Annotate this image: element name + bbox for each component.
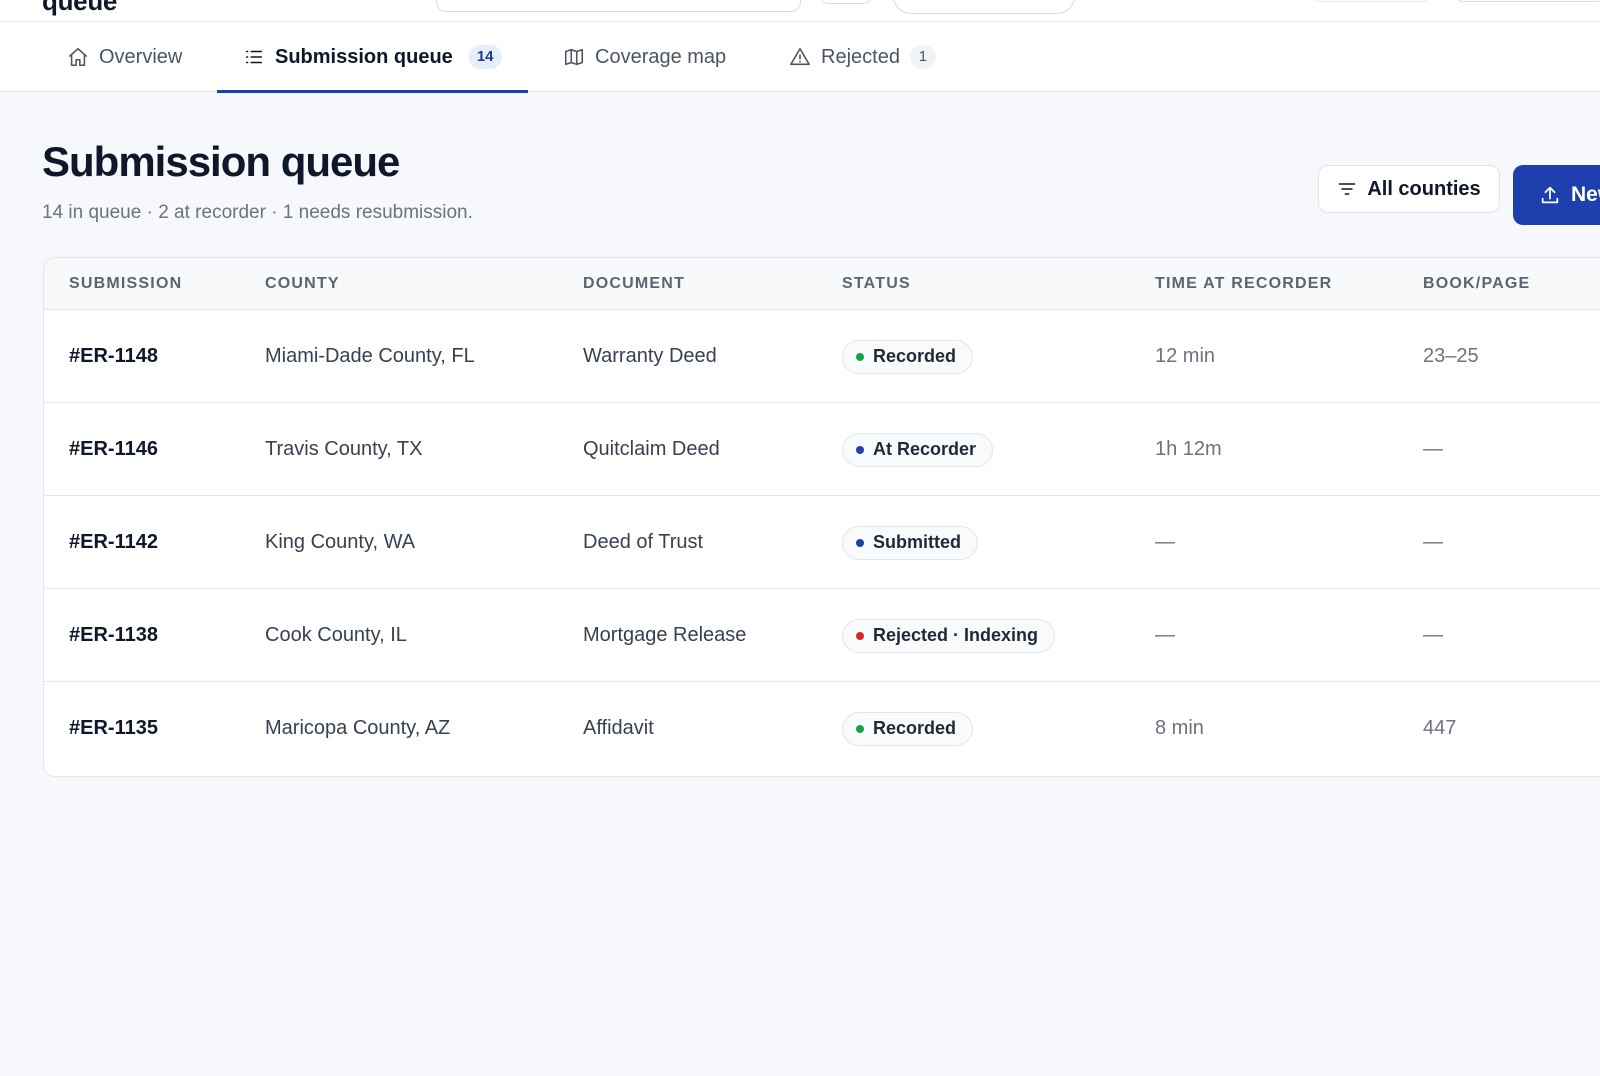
status-badge: Recorded <box>842 339 974 374</box>
map-icon <box>564 48 584 66</box>
time-at-recorder-cell: — <box>1155 624 1175 646</box>
county-filter-button[interactable]: All counties <box>1318 165 1500 213</box>
table-row[interactable]: #ER-1135 Maricopa County, AZ Affidavit R… <box>44 682 1600 775</box>
time-at-recorder-cell: 12 min <box>1155 345 1216 367</box>
home-icon <box>68 47 88 67</box>
status-dot <box>856 631 864 640</box>
county-cell: Travis County, TX <box>265 438 423 460</box>
tab-count-badge: 14 <box>468 45 502 69</box>
submission-id[interactable]: #ER-1146 <box>69 403 158 496</box>
time-at-recorder-cell: 1h 12m <box>1155 438 1222 460</box>
county-cell: Cook County, IL <box>265 624 407 646</box>
status-dot <box>856 352 864 361</box>
tab-label: Coverage map <box>595 45 727 68</box>
column-header-document[interactable]: DOCUMENT <box>583 258 685 310</box>
table-row[interactable]: #ER-1148 Miami-Dade County, FL Warranty … <box>44 310 1600 403</box>
status-badge: Rejected · Indexing <box>842 618 1056 653</box>
app-title: queue <box>42 0 118 16</box>
document-cell: Deed of Trust <box>583 531 704 553</box>
book-page-cell: — <box>1423 531 1443 553</box>
column-header-county[interactable]: COUNTY <box>265 258 340 310</box>
tab-count-badge: 1 <box>909 45 936 69</box>
document-cell: Affidavit <box>583 717 654 739</box>
tab-rejected[interactable]: Rejected 1 <box>789 22 936 92</box>
page-title: Submission queue <box>42 138 400 185</box>
status-badge: At Recorder <box>842 432 994 467</box>
time-at-recorder-cell: — <box>1155 531 1175 553</box>
header-control[interactable] <box>1312 0 1430 2</box>
tab-overview[interactable]: Overview <box>67 22 182 92</box>
header-control-secondary[interactable] <box>1455 0 1600 2</box>
status-label: Submitted <box>873 532 961 552</box>
top-header: queue Title Co. <box>0 0 1600 22</box>
document-cell: Mortgage Release <box>583 624 747 646</box>
table-row[interactable]: #ER-1146 Travis County, TX Quitclaim Dee… <box>44 403 1600 496</box>
tab-label: Rejected <box>821 45 900 68</box>
book-page-cell: — <box>1423 624 1443 646</box>
upload-icon <box>1541 186 1559 204</box>
table-row[interactable]: #ER-1138 Cook County, IL Mortgage Releas… <box>44 589 1600 682</box>
book-page-cell: — <box>1423 438 1443 460</box>
status-dot <box>856 724 864 733</box>
submission-id[interactable]: #ER-1142 <box>69 496 158 589</box>
column-header-submission[interactable]: SUBMISSION <box>69 258 182 310</box>
column-header-book-page[interactable]: BOOK/PAGE <box>1423 258 1530 310</box>
list-icon <box>245 50 263 64</box>
filter-label: All counties <box>1367 177 1481 200</box>
status-dot <box>856 445 864 454</box>
table-row[interactable]: #ER-1142 King County, WA Deed of Trust S… <box>44 496 1600 589</box>
submission-id[interactable]: #ER-1148 <box>69 310 158 403</box>
tab-label: Submission queue <box>275 45 453 68</box>
status-badge: Submitted <box>842 525 978 560</box>
new-submission-button[interactable]: New <box>1513 165 1600 225</box>
book-page-cell: 23–25 <box>1423 345 1479 367</box>
warning-icon <box>790 47 810 66</box>
tab-submission-queue[interactable]: Submission queue 14 <box>217 22 527 93</box>
book-page-cell: 447 <box>1423 717 1457 739</box>
county-cell: Maricopa County, AZ <box>265 717 451 739</box>
submission-id[interactable]: #ER-1135 <box>69 682 158 775</box>
tab-coverage-map[interactable]: Coverage map <box>563 22 726 92</box>
table-header: SUBMISSION COUNTY DOCUMENT STATUS TIME A… <box>44 258 1600 310</box>
search-input[interactable] <box>436 0 801 12</box>
status-label: Recorded <box>873 346 957 366</box>
status-label: Rejected · Indexing <box>873 625 1039 645</box>
submission-id[interactable]: #ER-1138 <box>69 589 158 682</box>
status-label: Recorded <box>873 718 957 738</box>
tab-bar: Overview Submission queue 14 Coverage ma… <box>0 22 1600 93</box>
workspace-button[interactable]: Title Co. <box>893 0 1075 14</box>
tab-label: Overview <box>99 45 183 68</box>
county-cell: King County, WA <box>265 531 416 553</box>
column-header-status[interactable]: STATUS <box>842 258 911 310</box>
primary-button-label: New <box>1571 183 1600 206</box>
document-cell: Quitclaim Deed <box>583 438 720 460</box>
submission-table: SUBMISSION COUNTY DOCUMENT STATUS TIME A… <box>43 257 1600 777</box>
county-cell: Miami-Dade County, FL <box>265 345 475 367</box>
status-dot <box>856 538 864 547</box>
page-subtitle: 14 in queue · 2 at recorder · 1 needs re… <box>42 202 473 223</box>
document-cell: Warranty Deed <box>583 345 717 367</box>
column-header-time-at-recorder[interactable]: TIME AT RECORDER <box>1155 258 1332 310</box>
filter-icon <box>1339 183 1356 195</box>
status-label: At Recorder <box>873 439 977 459</box>
time-at-recorder-cell: 8 min <box>1155 717 1204 739</box>
header-small-button[interactable] <box>820 0 872 4</box>
status-badge: Recorded <box>842 711 974 746</box>
